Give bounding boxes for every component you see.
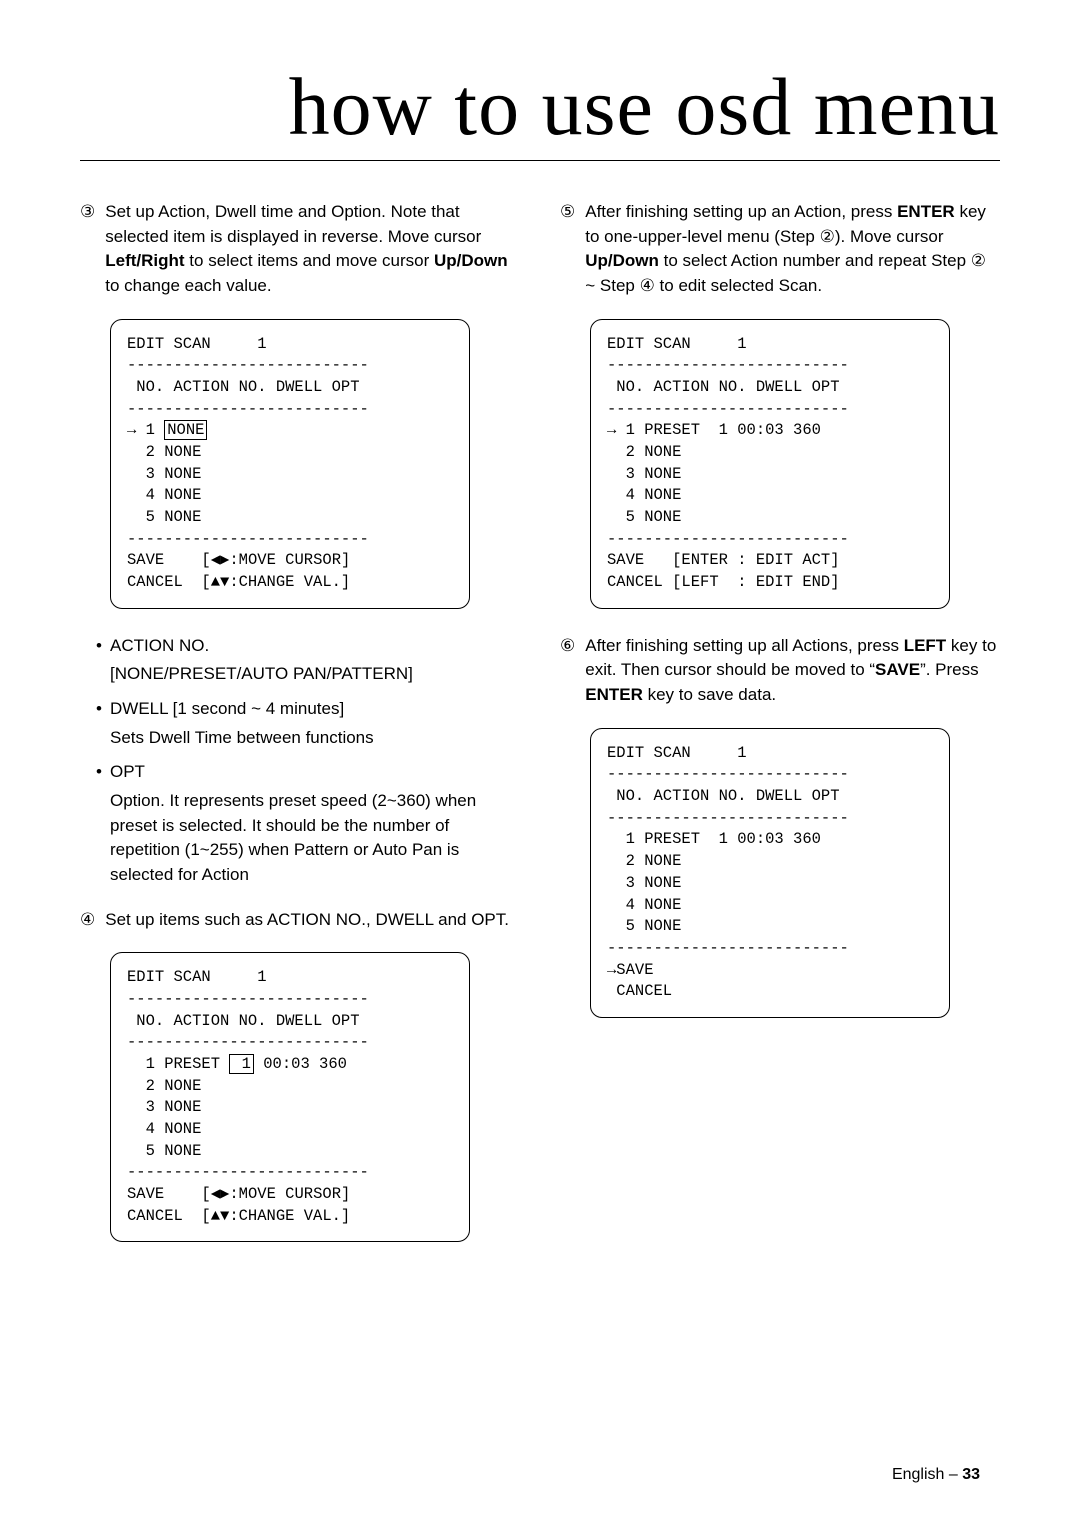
list-item: ACTION NO. [NONE/PRESET/AUTO PAN/PATTERN…: [110, 634, 520, 687]
step-number-icon: ⑤: [560, 200, 575, 299]
page-header: how to use osd menu: [80, 60, 1000, 161]
osd-box-4: EDIT SCAN 1 -------------------------- N…: [590, 728, 950, 1018]
step-text: After finishing setting up an Action, pr…: [585, 200, 1000, 299]
left-column: ③ Set up Action, Dwell time and Option. …: [80, 200, 520, 1267]
list-item: OPT Option. It represents preset speed (…: [110, 760, 520, 887]
step-4: ④ Set up items such as ACTION NO., DWELL…: [80, 908, 520, 933]
step-5: ⑤ After finishing setting up an Action, …: [560, 200, 1000, 299]
step-number-icon: ③: [80, 200, 95, 299]
step-text: Set up Action, Dwell time and Option. No…: [105, 200, 520, 299]
right-column: ⑤ After finishing setting up an Action, …: [560, 200, 1000, 1267]
content-columns: ③ Set up Action, Dwell time and Option. …: [80, 200, 1000, 1267]
step-3: ③ Set up Action, Dwell time and Option. …: [80, 200, 520, 299]
list-item: DWELL [1 second ~ 4 minutes] Sets Dwell …: [110, 697, 520, 750]
footer-page-number: 33: [962, 1466, 980, 1483]
step-number-icon: ⑥: [560, 634, 575, 708]
page-title: how to use osd menu: [289, 61, 1000, 152]
osd-box-3: EDIT SCAN 1 -------------------------- N…: [590, 319, 950, 609]
page-footer: English – 33: [892, 1466, 980, 1484]
osd-box-1: EDIT SCAN 1 -------------------------- N…: [110, 319, 470, 609]
footer-language: English –: [892, 1466, 962, 1483]
step-text: Set up items such as ACTION NO., DWELL a…: [105, 908, 509, 933]
osd-box-2: EDIT SCAN 1 -------------------------- N…: [110, 952, 470, 1242]
definition-list: ACTION NO. [NONE/PRESET/AUTO PAN/PATTERN…: [110, 634, 520, 888]
osd-highlight: NONE: [164, 420, 207, 440]
step-text: After finishing setting up all Actions, …: [585, 634, 1000, 708]
step-number-icon: ④: [80, 908, 95, 933]
step-6: ⑥ After finishing setting up all Actions…: [560, 634, 1000, 708]
osd-highlight: 1: [229, 1054, 254, 1074]
